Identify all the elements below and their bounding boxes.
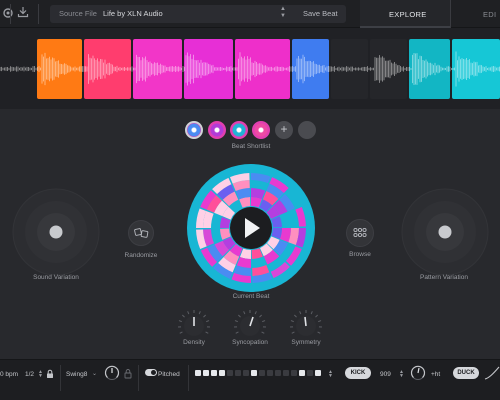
shortlist-item[interactable]: [252, 121, 270, 139]
divider: [138, 365, 139, 391]
current-beat-label: Current Beat: [232, 293, 270, 300]
randomize-label: Randomize: [124, 252, 158, 259]
step-cell[interactable]: [291, 370, 297, 376]
waveform: [0, 51, 500, 87]
envelope-icon[interactable]: [484, 364, 500, 382]
kit-value[interactable]: 909: [380, 371, 391, 378]
symmetry-knob[interactable]: [282, 306, 330, 340]
step-cell[interactable]: [203, 370, 209, 376]
offset-value: +ht: [431, 371, 441, 378]
sound-variation-label: Sound Variation: [33, 274, 79, 281]
tab-explore-label: EXPLORE: [389, 10, 427, 19]
divider: [38, 4, 39, 24]
pitched-label: Pitched: [158, 371, 180, 378]
offset-knob[interactable]: [410, 365, 426, 381]
step-cell[interactable]: [227, 370, 233, 376]
source-stepper-icon[interactable]: ▲ ▼: [279, 6, 287, 20]
lock-icon[interactable]: [45, 369, 55, 379]
divider: [10, 4, 11, 24]
step-cell[interactable]: [235, 370, 241, 376]
tempo-value[interactable]: 0 bpm: [0, 371, 18, 378]
browse-label: Browse: [349, 251, 371, 258]
step-cell[interactable]: [283, 370, 289, 376]
download-icon[interactable]: [15, 6, 31, 22]
save-beat-button[interactable]: Save Beat: [303, 9, 338, 18]
dice-icon: [134, 228, 149, 238]
pattern-variation-pad[interactable]: [401, 188, 489, 276]
settings-icon[interactable]: [0, 6, 16, 22]
step-cell[interactable]: [243, 370, 249, 376]
toggle-knob: [151, 370, 156, 375]
shortlist-item[interactable]: [230, 121, 248, 139]
duck-button[interactable]: DUCK: [453, 367, 479, 379]
division-value[interactable]: 1/2: [25, 371, 34, 378]
step-cell[interactable]: [267, 370, 273, 376]
swing-knob[interactable]: [104, 365, 120, 381]
browse-button[interactable]: [346, 219, 374, 247]
step-cell[interactable]: [299, 370, 305, 376]
sound-variation-pad[interactable]: [12, 188, 100, 276]
step-cell[interactable]: [307, 370, 313, 376]
step-cell[interactable]: [275, 370, 281, 376]
syncopation-label: Syncopation: [232, 339, 268, 346]
tab-edit[interactable]: EDI: [450, 0, 500, 28]
step-cell[interactable]: [195, 370, 201, 376]
step-cell[interactable]: [211, 370, 217, 376]
grid-dots-icon: [353, 227, 367, 238]
swing-select[interactable]: Swing8: [66, 371, 87, 378]
density-label: Density: [183, 339, 205, 346]
pitched-toggle[interactable]: [145, 369, 157, 376]
shortlist-caption: Beat Shortlist: [231, 143, 271, 150]
kick-button[interactable]: KICK: [345, 367, 371, 379]
chevron-down-icon[interactable]: ⌄: [92, 370, 97, 377]
kit-stepper-icon[interactable]: ▲ ▼: [399, 370, 404, 379]
step-stepper-icon[interactable]: ▲ ▼: [328, 370, 333, 379]
current-beat-visualizer[interactable]: [186, 163, 316, 293]
pattern-variation-label: Pattern Variation: [420, 274, 468, 281]
empty-shortlist-slot: [298, 121, 316, 139]
tab-explore[interactable]: EXPLORE: [360, 0, 450, 28]
add-shortlist-button[interactable]: +: [275, 121, 293, 139]
randomize-button[interactable]: [128, 220, 154, 246]
step-cell[interactable]: [219, 370, 225, 376]
divider: [60, 365, 61, 391]
source-file-value: Life by XLN Audio: [103, 9, 163, 18]
step-cell[interactable]: [251, 370, 257, 376]
step-cell[interactable]: [259, 370, 265, 376]
density-knob[interactable]: [170, 306, 218, 340]
syncopation-knob[interactable]: [226, 306, 274, 340]
division-stepper-icon[interactable]: ▲ ▼: [38, 370, 43, 379]
step-cell[interactable]: [315, 370, 321, 376]
source-file-label: Source File: [59, 9, 97, 18]
shortlist-item[interactable]: [185, 121, 203, 139]
shortlist-item[interactable]: [208, 121, 226, 139]
divider: [188, 365, 189, 391]
swing-lock-icon[interactable]: [123, 368, 133, 379]
symmetry-label: Symmetry: [291, 339, 321, 346]
tab-edit-label: EDI: [483, 10, 497, 19]
